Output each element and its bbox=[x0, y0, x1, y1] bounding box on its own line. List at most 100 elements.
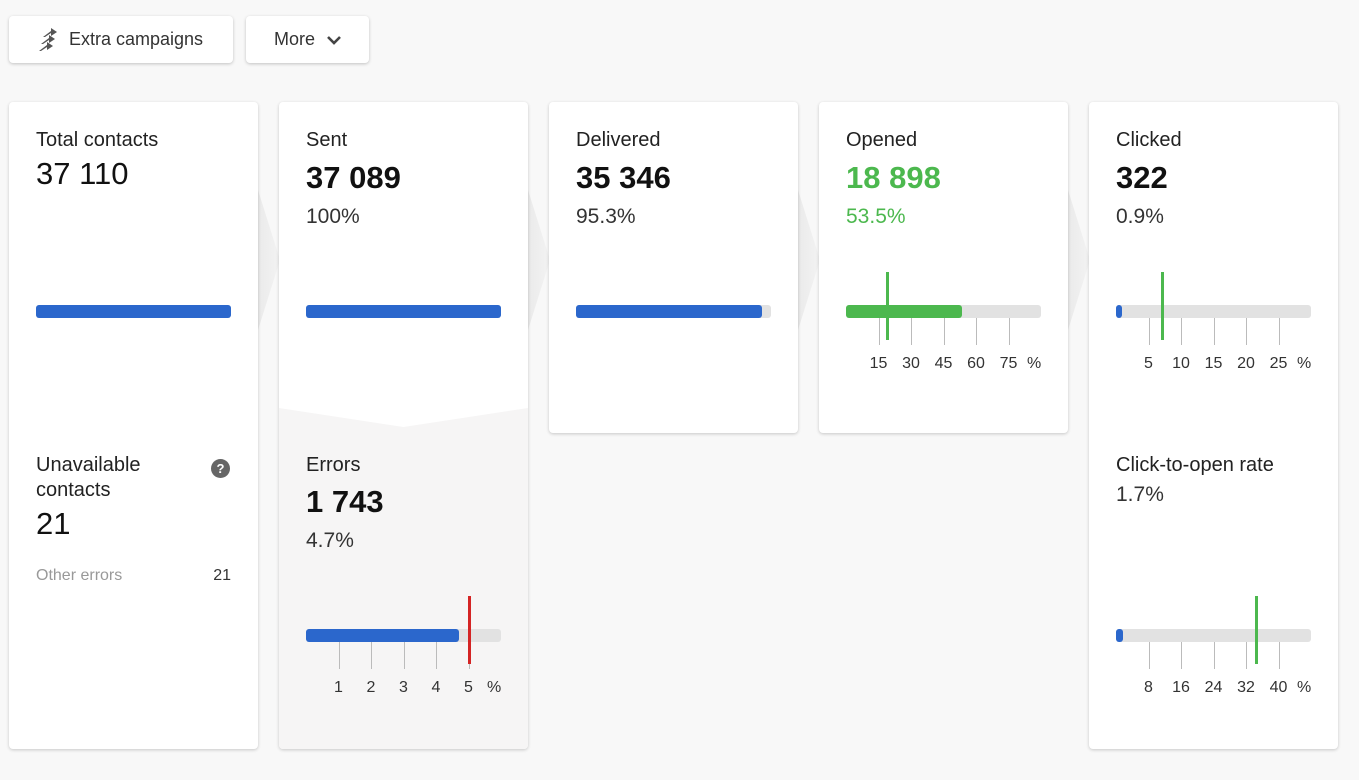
cto-gauge-tick-label: 16 bbox=[1172, 679, 1190, 696]
cto-gauge-tick-label: 8 bbox=[1144, 679, 1153, 696]
opened-gauge-tick-label: 15 bbox=[869, 355, 888, 372]
errors-gauge-tick bbox=[371, 642, 372, 669]
delivered-percent: 95.3% bbox=[576, 205, 636, 228]
sent-card: Sent 37 089 100% Errors 1 743 4.7% 1 2 3 4 5… bbox=[279, 102, 528, 749]
chevron-down-icon bbox=[327, 35, 341, 45]
opened-card: Opened 18 898 53.5% 15 30 45 60 75% bbox=[819, 102, 1068, 433]
errors-label: Errors bbox=[306, 454, 361, 476]
clicked-gauge-tick bbox=[1278, 318, 1280, 345]
clicked-gauge-tick bbox=[1181, 318, 1182, 345]
clicked-gauge-fill bbox=[1116, 305, 1122, 318]
cto-gauge-tick bbox=[1246, 642, 1247, 669]
total-contacts-card: Total contacts 37 110 Unavailable contac… bbox=[9, 102, 258, 749]
opened-gauge-tick-label: 75 bbox=[999, 355, 1018, 372]
clicked-gauge-tick-label: 25 bbox=[1269, 355, 1288, 372]
opened-gauge-tick bbox=[911, 318, 912, 345]
clicked-gauge-tick-label: 15 bbox=[1204, 355, 1223, 372]
errors-gauge-tick-label: 2 bbox=[366, 679, 376, 696]
question-circle-icon[interactable]: ? bbox=[211, 459, 230, 478]
total-contacts-bar bbox=[36, 305, 231, 318]
clicked-gauge-unit: % bbox=[1297, 355, 1312, 372]
stacked-arrows-icon bbox=[38, 27, 59, 53]
delivered-bar-fill bbox=[576, 305, 762, 318]
extra-campaigns-button[interactable]: Extra campaigns bbox=[9, 16, 233, 63]
cto-gauge-tick-label: 40 bbox=[1269, 679, 1288, 696]
other-errors-label: Other errors bbox=[36, 567, 123, 584]
funnel-arrow bbox=[798, 190, 820, 330]
funnel-arrow bbox=[258, 190, 280, 330]
sent-bar-fill bbox=[306, 305, 501, 318]
errors-gauge-tick-label: 5 bbox=[464, 679, 473, 696]
more-button[interactable]: More bbox=[246, 16, 369, 63]
cto-gauge-tick bbox=[1213, 642, 1215, 669]
opened-gauge-tick bbox=[943, 318, 945, 345]
clicked-card: Clicked 322 0.9% 5 10 15 20 25% Click-to-ope… bbox=[1089, 102, 1338, 749]
total-contacts-value: 37 110 bbox=[36, 156, 129, 191]
clicked-gauge-tick bbox=[1246, 318, 1247, 345]
cto-label: Click-to-open rate bbox=[1116, 454, 1274, 476]
sent-bar bbox=[306, 305, 501, 318]
cto-gauge-tick-label: 24 bbox=[1204, 679, 1223, 696]
errors-gauge-tick bbox=[403, 642, 405, 669]
total-contacts-bar-fill bbox=[36, 305, 231, 318]
more-label: More bbox=[273, 29, 315, 49]
opened-gauge-unit: % bbox=[1027, 355, 1042, 372]
funnel-arrow bbox=[528, 190, 550, 330]
sent-value: 37 089 bbox=[306, 160, 401, 195]
clicked-percent: 0.9% bbox=[1116, 205, 1164, 228]
errors-benchmark-marker bbox=[467, 596, 471, 664]
errors-gauge-tick bbox=[338, 642, 340, 669]
opened-gauge-tick bbox=[1008, 318, 1010, 345]
opened-gauge-tick-label: 45 bbox=[934, 355, 953, 372]
errors-gauge: 1 2 3 4 5% bbox=[306, 596, 501, 696]
total-contacts-label: Total contacts bbox=[36, 129, 159, 151]
clicked-gauge-tick-label: 10 bbox=[1172, 355, 1190, 372]
errors-percent: 4.7% bbox=[306, 529, 354, 552]
opened-gauge-fill bbox=[846, 305, 962, 318]
cto-gauge: 8 16 24 32 40% bbox=[1116, 596, 1311, 696]
opened-gauge: 15 30 45 60 75% bbox=[846, 272, 1041, 372]
opened-gauge-tick-label: 30 bbox=[902, 355, 920, 372]
errors-gauge-tick-label: 3 bbox=[399, 679, 408, 696]
clicked-label: Clicked bbox=[1116, 129, 1182, 151]
cto-gauge-tick bbox=[1148, 642, 1150, 669]
errors-gauge-fill bbox=[306, 629, 459, 642]
cto-gauge-unit: % bbox=[1297, 679, 1312, 696]
cto-gauge-tick bbox=[1278, 642, 1280, 669]
cto-gauge-fill bbox=[1116, 629, 1123, 642]
funnel-arrow bbox=[1068, 190, 1090, 330]
opened-gauge-tick bbox=[878, 318, 880, 345]
clicked-gauge-tick-label: 20 bbox=[1237, 355, 1255, 372]
errors-gauge-tick-label: 1 bbox=[334, 679, 343, 696]
clicked-gauge-tick-label: 5 bbox=[1144, 355, 1153, 372]
unavailable-contacts-value: 21 bbox=[36, 506, 71, 541]
sent-label: Sent bbox=[306, 129, 348, 151]
clicked-value: 322 bbox=[1116, 160, 1168, 195]
opened-benchmark-marker bbox=[886, 272, 890, 340]
errors-gauge-tick bbox=[436, 642, 437, 669]
cto-percent: 1.7% bbox=[1116, 483, 1164, 506]
errors-gauge-tick-label: 4 bbox=[431, 679, 441, 696]
errors-gauge-unit: % bbox=[487, 679, 502, 696]
opened-value: 18 898 bbox=[846, 160, 941, 195]
sent-percent: 100% bbox=[306, 205, 360, 228]
delivered-card: Delivered 35 346 95.3% bbox=[549, 102, 798, 433]
opened-gauge-tick bbox=[976, 318, 977, 345]
unavailable-label-line1: Unavailable bbox=[36, 454, 141, 476]
clicked-benchmark-marker bbox=[1160, 272, 1164, 340]
other-errors-value: 21 bbox=[213, 567, 231, 584]
unavailable-contacts-label: Unavailable contacts bbox=[36, 454, 141, 502]
delivered-value: 35 346 bbox=[576, 160, 671, 195]
opened-label: Opened bbox=[846, 129, 918, 151]
errors-value: 1 743 bbox=[306, 484, 384, 519]
delivered-bar bbox=[576, 305, 771, 318]
delivered-label: Delivered bbox=[576, 129, 661, 151]
clicked-gauge: 5 10 15 20 25% bbox=[1116, 272, 1311, 372]
extra-campaigns-label: Extra campaigns bbox=[68, 29, 204, 49]
unavailable-label-line2: contacts bbox=[36, 479, 111, 501]
opened-gauge-tick-label: 60 bbox=[967, 355, 985, 372]
cto-benchmark-marker bbox=[1255, 596, 1259, 664]
clicked-gauge-tick bbox=[1213, 318, 1215, 345]
cto-gauge-tick-label: 32 bbox=[1237, 679, 1255, 696]
opened-percent: 53.5% bbox=[846, 205, 906, 228]
